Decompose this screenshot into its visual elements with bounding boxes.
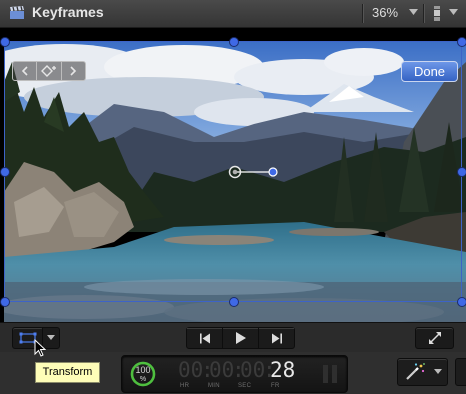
play-icon xyxy=(236,332,246,344)
transform-handle-bottom-left[interactable] xyxy=(0,297,10,307)
video-frame-image xyxy=(4,42,466,329)
next-keyframe-button[interactable] xyxy=(62,62,85,80)
go-to-start-button[interactable] xyxy=(187,328,223,348)
clapperboard-icon xyxy=(10,6,24,19)
fullscreen-button[interactable] xyxy=(415,327,454,349)
go-to-start-icon xyxy=(199,333,210,343)
timecode-seconds: 00 xyxy=(240,358,266,382)
add-keyframe-button[interactable] xyxy=(37,62,62,80)
timecode-hours: 00 xyxy=(178,358,204,382)
timecode-label-minutes: MIN xyxy=(208,383,220,389)
progress-unit: % xyxy=(139,376,147,383)
zoom-level[interactable]: 36% xyxy=(372,5,398,20)
transform-handle-top-right[interactable] xyxy=(457,37,466,47)
chevron-down-icon xyxy=(434,369,442,374)
previous-keyframe-icon xyxy=(21,66,28,76)
timecode-label-seconds: SEC xyxy=(238,383,252,389)
add-keyframe-icon xyxy=(40,65,56,77)
transform-handle-top[interactable] xyxy=(229,37,239,47)
toolbar-edge-button[interactable] xyxy=(455,358,466,386)
transform-handle-bottom-right[interactable] xyxy=(457,297,466,307)
fullscreen-icon xyxy=(428,332,441,344)
next-keyframe-icon xyxy=(70,66,77,76)
titlebar-divider xyxy=(423,4,424,23)
play-button[interactable] xyxy=(223,328,259,348)
magic-wand-icon xyxy=(406,363,425,380)
transform-handle-right[interactable] xyxy=(457,167,466,177)
timecode-minutes: 00 xyxy=(209,358,235,382)
viewer-controls xyxy=(0,322,466,353)
timecode-frames: 28 xyxy=(270,358,296,382)
viewer-options-icon[interactable] xyxy=(430,6,444,21)
transform-tooltip: Transform xyxy=(35,362,100,383)
chevron-down-icon xyxy=(47,335,55,340)
progress-value: 100 xyxy=(135,365,151,375)
transport-controls xyxy=(186,327,295,349)
mouse-pointer-icon xyxy=(34,339,46,357)
done-button[interactable]: Done xyxy=(401,61,458,82)
timecode-label-hours: HR xyxy=(180,383,190,389)
viewer-canvas[interactable]: Done xyxy=(0,28,466,329)
keyframe-navigation xyxy=(12,61,86,81)
go-to-end-button[interactable] xyxy=(259,328,294,348)
previous-keyframe-button[interactable] xyxy=(13,62,38,80)
go-to-end-icon xyxy=(271,333,282,343)
pause-icon xyxy=(323,365,337,383)
transform-handle-top-left[interactable] xyxy=(0,37,10,47)
enhancements-button[interactable] xyxy=(397,358,448,386)
chevron-down-icon[interactable] xyxy=(449,9,458,16)
timecode-label-frames: FR xyxy=(271,383,280,389)
rotation-control[interactable] xyxy=(227,164,279,180)
dashboard-timecode[interactable]: 100 % 00 : 00 : 00 : 28 HR MIN SEC FR xyxy=(121,355,348,393)
transform-handle-left[interactable] xyxy=(0,167,10,177)
transform-handle-bottom[interactable] xyxy=(229,297,239,307)
titlebar-divider xyxy=(362,4,363,23)
viewer-titlebar: Keyframes 36% xyxy=(0,0,466,28)
window-title: Keyframes xyxy=(32,4,104,20)
chevron-down-icon[interactable] xyxy=(409,9,418,16)
